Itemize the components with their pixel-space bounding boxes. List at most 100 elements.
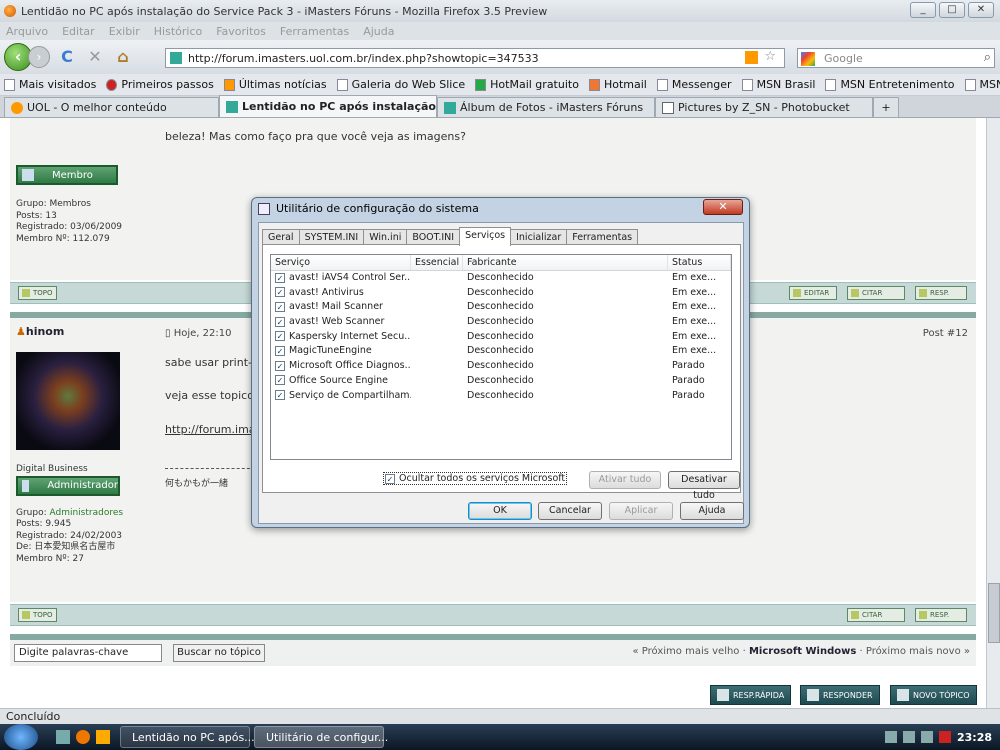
menu-ferramentas[interactable]: Ferramentas [280,25,349,38]
menu-arquivo[interactable]: Arquivo [6,25,48,38]
menu-historico[interactable]: Histórico [154,25,202,38]
quote-button[interactable]: CITAR [847,286,905,300]
clock[interactable]: 23:28 [957,731,992,744]
post-author[interactable]: ♟hinom [16,325,64,338]
start-button[interactable] [4,724,38,750]
service-row[interactable]: ✓ avast! Mail Scanner Desconhecido Em exe..… [271,300,731,315]
quick-reply-button[interactable]: RESP.RÁPIDA [710,685,792,705]
search-icon[interactable]: ⌕ [984,50,991,65]
tab-servicos[interactable]: Serviços [459,227,512,246]
column-status[interactable]: Status [668,255,731,270]
bookmark-item[interactable]: MSN Entretenimento [825,78,955,91]
bookmark-item[interactable]: MSN Brasil [741,78,815,91]
column-fabricante[interactable]: Fabricante [463,255,668,270]
service-checkbox[interactable]: ✓ [275,301,285,312]
service-row[interactable]: ✓ Serviço de Compartilham... Desconhecido P… [271,389,731,404]
home-button[interactable]: ⌂ [112,46,134,68]
menu-editar[interactable]: Editar [62,25,95,38]
service-row[interactable]: ✓ Office Source Engine Desconhecido Parado [271,374,731,389]
media-quicklaunch-icon[interactable] [96,730,110,744]
rss-icon[interactable] [745,51,758,64]
service-checkbox[interactable]: ✓ [275,360,285,371]
next-topic-link[interactable]: Próximo mais novo » [866,646,970,657]
post-link[interactable]: http://forum.ima [165,423,256,436]
service-checkbox[interactable]: ✓ [275,345,285,356]
top-button[interactable]: TOPO [18,286,57,300]
firefox-quicklaunch-icon[interactable] [76,730,90,744]
vertical-scrollbar[interactable] [986,118,1000,708]
bookmark-item[interactable]: Primeiros passos [106,78,214,91]
bookmark-item[interactable]: Últimas notícias [223,78,327,91]
address-bar[interactable]: http://forum.imasters.uol.com.br/index.p… [165,48,785,68]
tab-uol[interactable]: UOL - O melhor conteúdo [4,97,219,117]
current-forum-link[interactable]: Microsoft Windows [749,646,856,657]
tab-photobucket[interactable]: Pictures by Z_SN - Photobucket [655,97,873,117]
hide-ms-services-checkbox[interactable]: ✓ Ocultar todos os serviços Microsoft [383,472,568,485]
bookmark-item[interactable]: HotMail gratuito [475,78,579,91]
menu-favoritos[interactable]: Favoritos [216,25,266,38]
post-author-info: Membro Grupo: Membros Posts: 13 Registra… [10,165,162,245]
edit-button[interactable]: EDITAR [789,286,837,300]
service-checkbox[interactable]: ✓ [275,316,285,327]
menu-exibir[interactable]: Exibir [109,25,140,38]
stop-button[interactable]: ✕ [84,46,106,68]
help-button[interactable]: Ajuda [680,502,744,520]
service-row[interactable]: ✓ MagicTuneEngine Desconhecido Em exe... [271,344,731,359]
service-checkbox[interactable]: ✓ [275,390,285,400]
network-icon[interactable] [902,731,915,743]
taskbar-msconfig[interactable]: Utilitário de configur... [254,726,388,748]
minimize-button[interactable]: _ [910,2,936,18]
new-tab-button[interactable]: + [873,97,899,117]
bookmark-item[interactable]: Messenger [656,78,732,91]
service-row[interactable]: ✓ avast! iAVS4 Control Ser... Desconhecido… [271,271,731,286]
quote-button[interactable]: CITAR [847,608,905,622]
maximize-button[interactable]: □ [939,2,965,18]
ok-button[interactable]: OK [468,502,532,520]
prev-topic-link[interactable]: « Próximo mais velho [633,646,740,657]
taskbar-firefox[interactable]: Lentidão no PC após... [120,726,255,748]
bookmark-item[interactable]: Mais visitados [4,78,96,91]
scrollbar-thumb[interactable] [988,583,1000,643]
reply-button[interactable]: RESP. [915,608,967,622]
post-number[interactable]: Post #12 [923,328,968,339]
show-desktop-icon[interactable] [56,730,70,744]
reload-button[interactable]: C [56,46,78,68]
bookmark-star-icon[interactable]: ☆ [764,49,776,64]
service-status: Parado [672,374,705,386]
service-checkbox[interactable]: ✓ [275,272,285,283]
group-link[interactable]: Administradores [50,508,124,518]
menu-ajuda[interactable]: Ajuda [363,25,394,38]
service-checkbox[interactable]: ✓ [275,287,285,298]
search-box[interactable]: Google ⌕ [797,48,995,68]
service-row[interactable]: ✓ avast! Antivirus Desconhecido Em exe... [271,286,731,301]
top-button[interactable]: TOPO [18,608,57,622]
cancel-button[interactable]: Cancelar [538,502,602,520]
new-topic-button[interactable]: NOVO TÓPICO [890,685,977,705]
service-row[interactable]: ✓ Kaspersky Internet Secu... Desconhecido E… [271,330,731,345]
bookmark-item[interactable]: Galeria do Web Slice [336,78,465,91]
bookmark-item[interactable]: Hotmail [588,78,647,91]
service-checkbox[interactable]: ✓ [275,331,285,342]
service-row[interactable]: ✓ avast! Web Scanner Desconhecido Em exe... [271,315,731,330]
enable-all-button[interactable]: Ativar tudo [589,471,661,489]
services-list[interactable]: Serviço Essencial Fabricante Status ✓ ava… [270,254,732,460]
reply-topic-button[interactable]: RESPONDER [800,685,880,705]
topic-search-input[interactable]: Digite palavras-chave [14,644,162,662]
close-window-button[interactable]: ✕ [968,2,994,18]
bookmark-item[interactable]: MSN Esporte [964,78,1000,91]
tab-imasters-topic[interactable]: Lentidão no PC após instalação do ...✕ [219,95,437,117]
volume-icon[interactable] [920,731,933,743]
dialog-close-button[interactable]: ✕ [703,199,743,215]
tab-album[interactable]: Álbum de Fotos - iMasters Fóruns [437,97,655,117]
topic-search-button[interactable]: Buscar no tópico [173,644,265,662]
forward-button[interactable]: › [28,46,50,68]
reply-button[interactable]: RESP. [915,286,967,300]
tray-icon[interactable] [884,731,897,743]
column-servico[interactable]: Serviço [271,255,411,270]
kaspersky-icon[interactable] [938,731,951,743]
service-checkbox[interactable]: ✓ [275,375,285,386]
service-row[interactable]: ✓ Microsoft Office Diagnos... Desconhecido… [271,359,731,374]
apply-button[interactable]: Aplicar [609,502,673,520]
column-essencial[interactable]: Essencial [411,255,463,270]
disable-all-button[interactable]: Desativar tudo [668,471,740,501]
